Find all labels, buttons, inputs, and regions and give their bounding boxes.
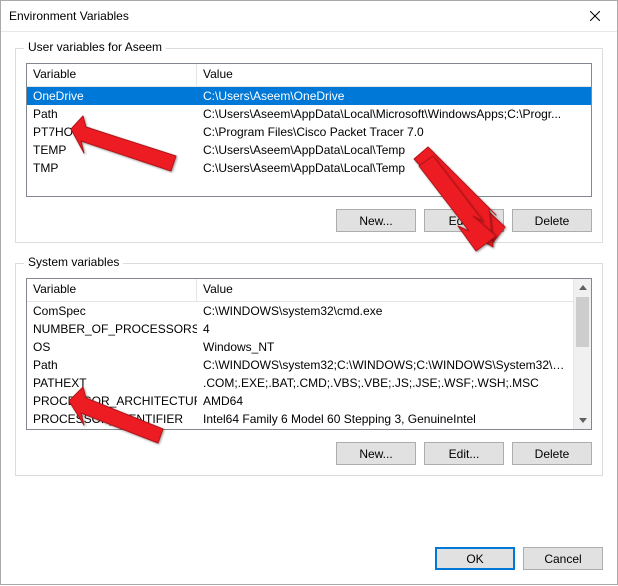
row-value: C:\Users\Aseem\AppData\Local\Temp [197,159,591,177]
row-variable: PROCESSOR_IDENTIFIER [27,410,197,428]
user-delete-button[interactable]: Delete [512,209,592,232]
row-variable: OS [27,338,197,356]
system-list-header: Variable Value [27,279,573,302]
row-value: 4 [197,320,573,338]
row-variable: PATHEXT [27,374,197,392]
row-variable: Path [27,356,197,374]
dialog-content: User variables for Aseem Variable Value … [1,32,617,537]
table-row[interactable]: PROCESSOR_IDENTIFIER Intel64 Family 6 Mo… [27,410,573,428]
row-variable: PT7HOME [27,123,197,141]
row-value: C:\Program Files\Cisco Packet Tracer 7.0 [197,123,591,141]
system-group-title: System variables [24,255,123,269]
env-vars-dialog: Environment Variables User variables for… [0,0,618,585]
titlebar: Environment Variables [1,1,617,32]
window-title: Environment Variables [9,9,573,23]
row-value: .COM;.EXE;.BAT;.CMD;.VBS;.VBE;.JS;.JSE;.… [197,374,573,392]
close-icon [590,11,600,21]
system-scrollbar[interactable] [573,279,591,429]
user-variables-list[interactable]: Variable Value OneDrive C:\Users\Aseem\O… [26,63,592,197]
user-header-variable[interactable]: Variable [27,64,197,86]
row-value: C:\Users\Aseem\AppData\Local\Temp [197,141,591,159]
table-row[interactable]: PATHEXT .COM;.EXE;.BAT;.CMD;.VBS;.VBE;.J… [27,374,573,392]
row-value: Intel64 Family 6 Model 60 Stepping 3, Ge… [197,410,573,428]
row-variable: TMP [27,159,197,177]
system-buttons: New... Edit... Delete [26,442,592,465]
scroll-up-icon[interactable] [574,279,591,296]
scroll-thumb[interactable] [576,297,589,347]
close-button[interactable] [573,1,617,31]
table-row[interactable]: Path C:\Users\Aseem\AppData\Local\Micros… [27,105,591,123]
user-variables-group: User variables for Aseem Variable Value … [15,48,603,243]
row-value: C:\WINDOWS\system32;C:\WINDOWS;C:\WINDOW… [197,356,573,374]
user-header-value[interactable]: Value [197,64,591,86]
system-header-variable[interactable]: Variable [27,279,197,301]
table-row[interactable]: PROCESSOR_ARCHITECTURE AMD64 [27,392,573,410]
cancel-button[interactable]: Cancel [523,547,603,570]
ok-button[interactable]: OK [435,547,515,570]
row-variable: OneDrive [27,87,197,105]
user-new-button[interactable]: New... [336,209,416,232]
row-variable: NUMBER_OF_PROCESSORS [27,320,197,338]
table-row[interactable]: TEMP C:\Users\Aseem\AppData\Local\Temp [27,141,591,159]
system-header-value[interactable]: Value [197,279,573,301]
row-variable: PROCESSOR_ARCHITECTURE [27,392,197,410]
user-buttons: New... Edit... Delete [26,209,592,232]
row-value: C:\Users\Aseem\OneDrive [197,87,591,105]
table-row[interactable]: OneDrive C:\Users\Aseem\OneDrive [27,87,591,105]
table-row[interactable]: PT7HOME C:\Program Files\Cisco Packet Tr… [27,123,591,141]
table-row[interactable]: TMP C:\Users\Aseem\AppData\Local\Temp [27,159,591,177]
row-value: AMD64 [197,392,573,410]
system-edit-button[interactable]: Edit... [424,442,504,465]
row-value: Windows_NT [197,338,573,356]
table-row[interactable]: NUMBER_OF_PROCESSORS 4 [27,320,573,338]
system-variables-group: System variables Variable Value ComSpec … [15,263,603,476]
system-variables-list[interactable]: Variable Value ComSpec C:\WINDOWS\system… [26,278,592,430]
table-row[interactable]: OS Windows_NT [27,338,573,356]
row-variable: TEMP [27,141,197,159]
dialog-footer: OK Cancel [1,537,617,584]
system-new-button[interactable]: New... [336,442,416,465]
user-list-header: Variable Value [27,64,591,87]
row-value: C:\Users\Aseem\AppData\Local\Microsoft\W… [197,105,591,123]
row-variable: ComSpec [27,302,197,320]
row-value: C:\WINDOWS\system32\cmd.exe [197,302,573,320]
user-edit-button[interactable]: Edit... [424,209,504,232]
scroll-down-icon[interactable] [574,412,591,429]
system-delete-button[interactable]: Delete [512,442,592,465]
table-row[interactable]: Path C:\WINDOWS\system32;C:\WINDOWS;C:\W… [27,356,573,374]
row-variable: Path [27,105,197,123]
table-row[interactable]: ComSpec C:\WINDOWS\system32\cmd.exe [27,302,573,320]
user-group-title: User variables for Aseem [24,40,166,54]
